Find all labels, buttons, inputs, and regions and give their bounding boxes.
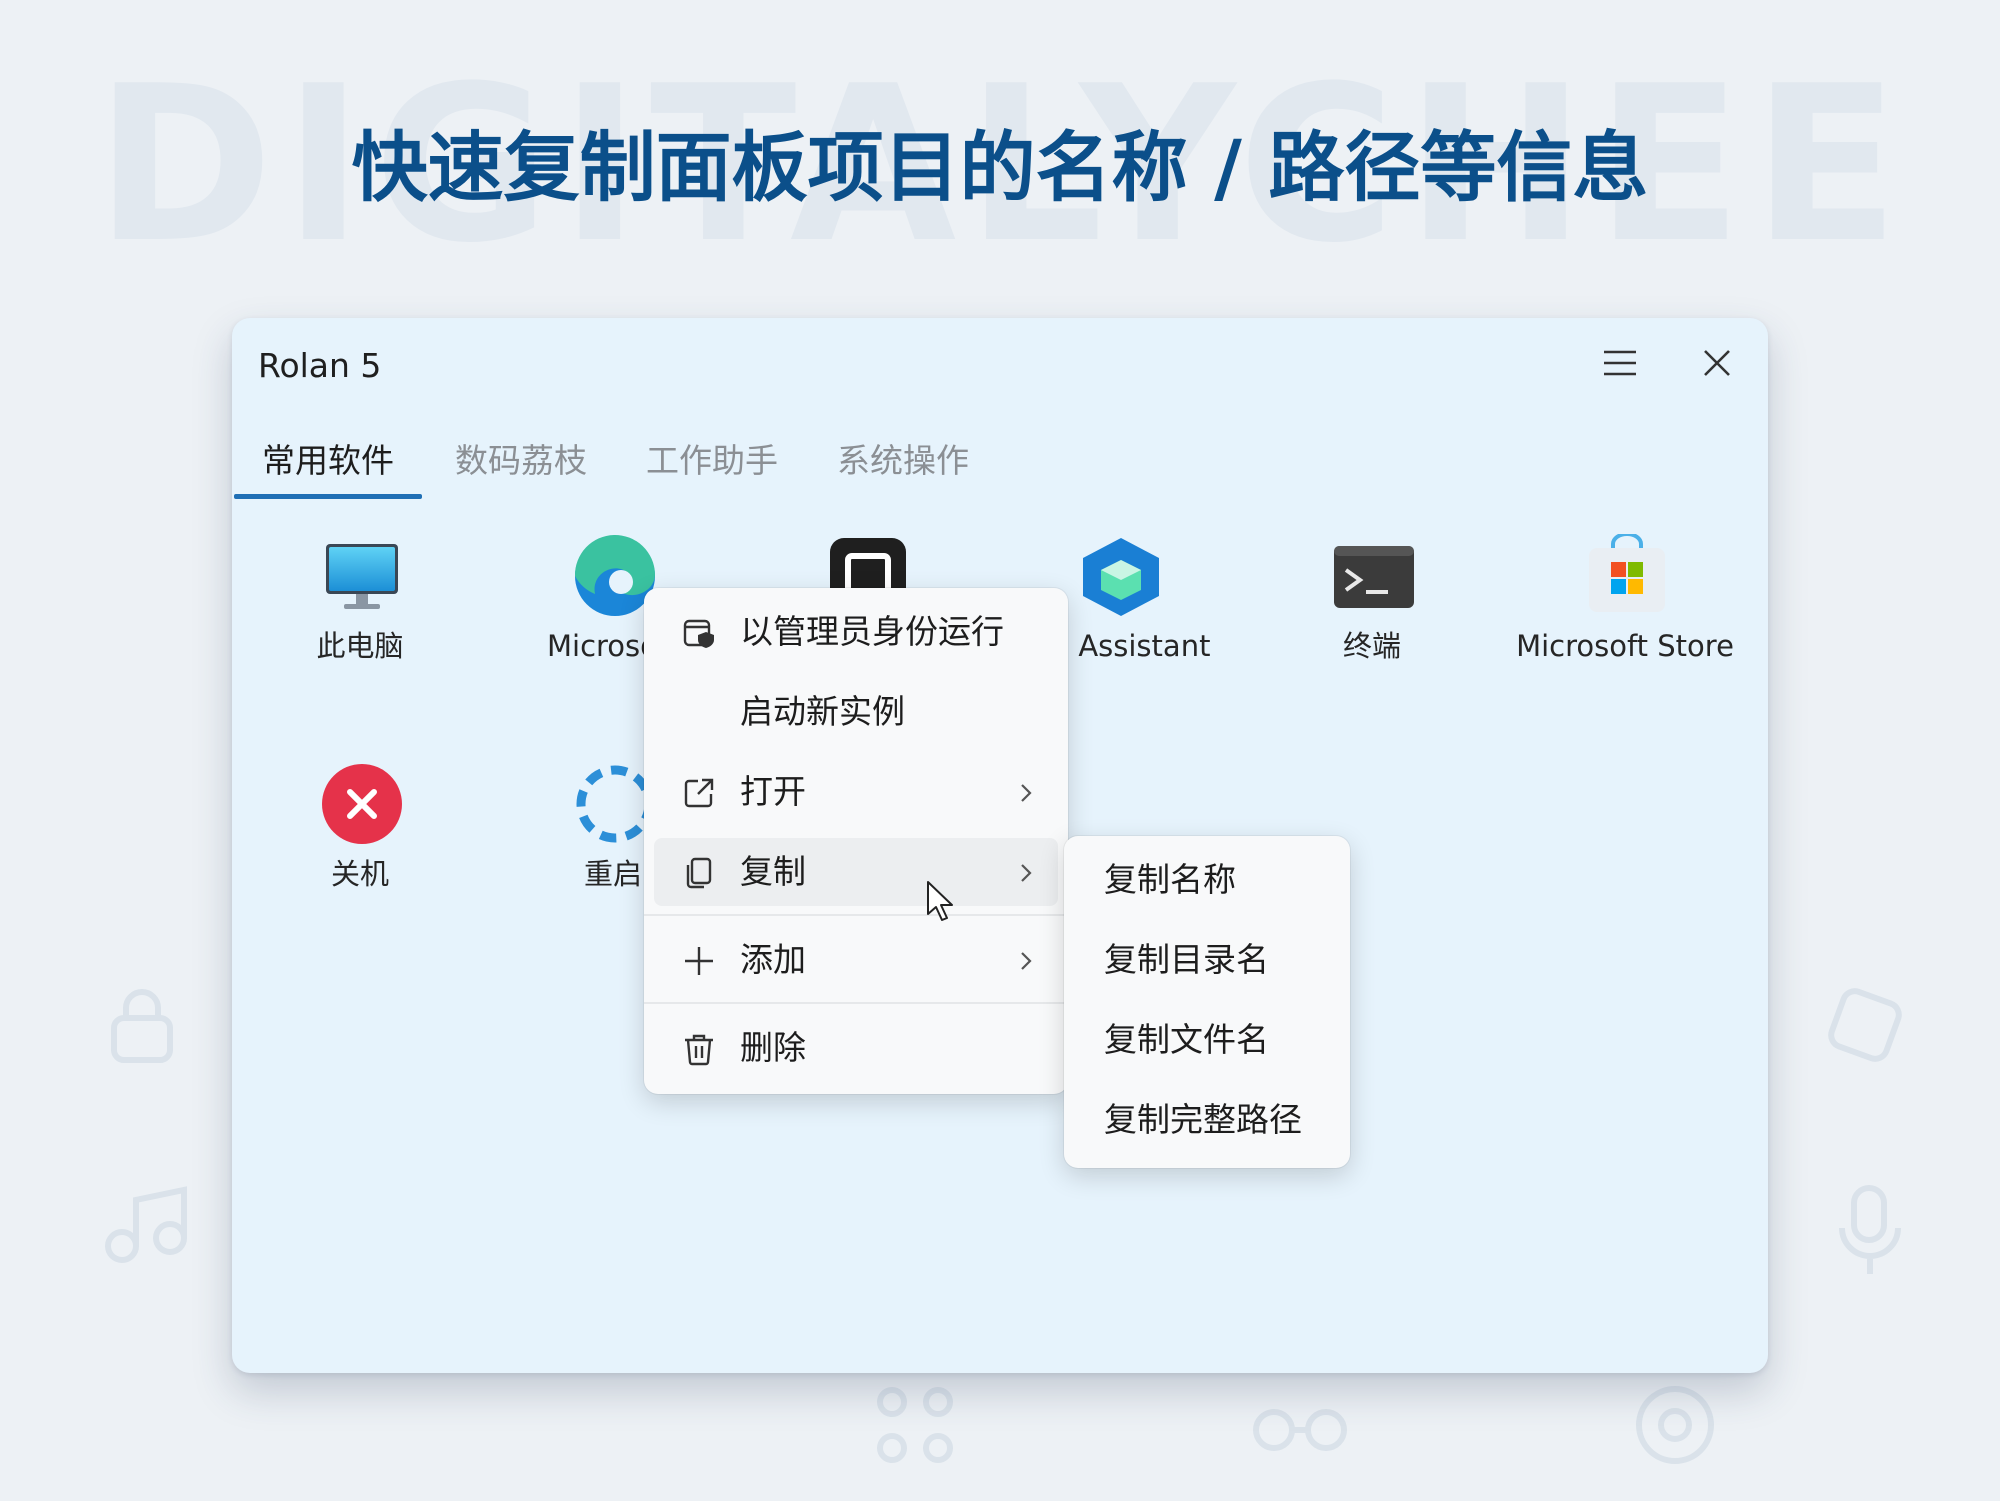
plus-icon bbox=[682, 944, 716, 978]
submenu-item-label: 复制名称 bbox=[1104, 860, 1236, 899]
copy-icon bbox=[682, 856, 716, 890]
app-this-pc[interactable]: 此电脑 bbox=[235, 534, 485, 684]
app-microsoft-store[interactable]: Microsoft Store bbox=[1500, 532, 1750, 684]
submenu-item-label: 复制完整路径 bbox=[1104, 1100, 1302, 1139]
submenu-item-label: 复制文件名 bbox=[1104, 1020, 1269, 1059]
menu-item-copy[interactable]: 复制 bbox=[654, 838, 1058, 906]
target-bg-icon bbox=[1630, 1380, 1720, 1470]
menu-item-label: 启动新实例 bbox=[740, 692, 905, 731]
chevron-right-icon bbox=[1016, 948, 1036, 974]
cube-icon bbox=[1079, 534, 1163, 618]
window-title: Rolan 5 bbox=[258, 346, 382, 385]
tab-system-operations[interactable]: 系统操作 bbox=[830, 430, 976, 492]
tag-bg-icon bbox=[1820, 980, 1910, 1070]
app-shutdown[interactable]: 关机 bbox=[235, 762, 485, 912]
store-icon bbox=[1585, 532, 1669, 618]
music-bg-icon bbox=[100, 1180, 200, 1270]
menu-item-new-instance[interactable]: 启动新实例 bbox=[654, 678, 1058, 746]
menu-item-label: 删除 bbox=[740, 1028, 806, 1067]
menu-item-label: 复制 bbox=[740, 852, 806, 891]
submenu-item-copy-full-path[interactable]: 复制完整路径 bbox=[1074, 1086, 1340, 1154]
tab-bar: 常用软件 数码荔枝 工作助手 系统操作 bbox=[232, 430, 1768, 496]
submenu-item-copy-name[interactable]: 复制名称 bbox=[1074, 846, 1340, 914]
menu-item-run-as-admin[interactable]: 以管理员身份运行 bbox=[654, 598, 1058, 666]
drone-bg-icon bbox=[870, 1380, 960, 1470]
shutdown-icon bbox=[320, 762, 404, 846]
menu-item-open[interactable]: 打开 bbox=[654, 758, 1058, 826]
menu-separator bbox=[644, 1002, 1068, 1004]
context-menu: 以管理员身份运行 启动新实例 打开 复制 添加 删除 bbox=[644, 588, 1068, 1094]
tab-common-software[interactable]: 常用软件 bbox=[258, 430, 398, 492]
open-external-icon bbox=[682, 776, 716, 810]
microphone-bg-icon bbox=[1830, 1180, 1910, 1280]
terminal-icon bbox=[1332, 534, 1416, 618]
menu-item-label: 以管理员身份运行 bbox=[740, 612, 1004, 651]
mouse-cursor-icon bbox=[926, 880, 958, 928]
page-headline: 快速复制面板项目的名称 / 路径等信息 bbox=[351, 123, 1649, 212]
submenu-item-copy-file-name[interactable]: 复制文件名 bbox=[1074, 1006, 1340, 1074]
monitor-icon bbox=[320, 534, 404, 618]
submenu-item-copy-dir-name[interactable]: 复制目录名 bbox=[1074, 926, 1340, 994]
shield-window-icon bbox=[682, 616, 716, 650]
app-label: 此电脑 bbox=[316, 629, 404, 663]
close-button[interactable] bbox=[1689, 340, 1745, 390]
glasses-bg-icon bbox=[1250, 1390, 1350, 1460]
trash-icon bbox=[682, 1032, 716, 1066]
menu-item-label: 添加 bbox=[740, 940, 806, 979]
chevron-right-icon bbox=[1016, 780, 1036, 806]
copy-submenu: 复制名称 复制目录名 复制文件名 复制完整路径 bbox=[1064, 836, 1350, 1168]
app-label: Microsoft Store bbox=[1516, 629, 1734, 663]
app-terminal[interactable]: 终端 bbox=[1247, 534, 1497, 684]
menu-separator bbox=[644, 914, 1068, 916]
app-label: 关机 bbox=[330, 857, 389, 891]
lock-bg-icon bbox=[100, 980, 190, 1070]
tab-digitalychee[interactable]: 数码荔枝 bbox=[448, 430, 594, 492]
app-label: 终端 bbox=[1342, 629, 1401, 663]
menu-item-add[interactable]: 添加 bbox=[654, 926, 1058, 994]
chevron-right-icon bbox=[1016, 860, 1036, 886]
menu-button[interactable] bbox=[1592, 340, 1648, 390]
menu-item-delete[interactable]: 删除 bbox=[654, 1014, 1058, 1082]
tab-work-assistant[interactable]: 工作助手 bbox=[639, 430, 785, 492]
hamburger-icon bbox=[1603, 350, 1637, 380]
active-tab-indicator bbox=[234, 494, 422, 499]
menu-item-label: 打开 bbox=[740, 772, 806, 811]
submenu-item-label: 复制目录名 bbox=[1104, 940, 1269, 979]
close-icon bbox=[1703, 349, 1731, 381]
